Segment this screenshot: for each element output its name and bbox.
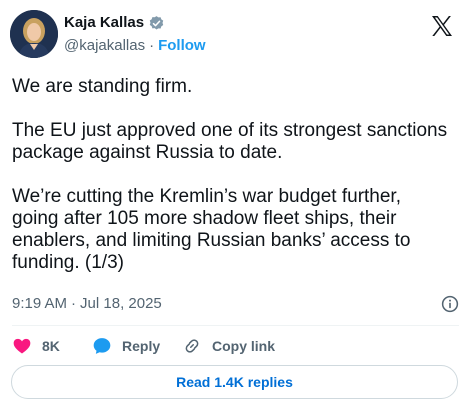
handle-separator: · [149,37,155,54]
author-handle-row: @kajakallas · Follow [64,37,206,55]
reply-bubble-icon [92,336,112,356]
author-name[interactable]: Kaja Kallas [64,14,144,32]
post-paragraph: We are standing firm. [12,76,193,97]
author-handle[interactable]: @kajakallas [64,37,145,55]
x-logo-icon[interactable] [430,14,454,38]
avatar[interactable] [10,10,58,58]
divider [12,325,459,326]
info-icon[interactable] [441,295,459,313]
copy-link-button[interactable]: Copy link [182,336,275,356]
verified-badge-icon [148,15,165,32]
post-date: Jul 18, 2025 [80,295,162,312]
link-icon [182,336,202,356]
post-paragraph: We’re cutting the Kremlin’s war budget f… [12,186,411,273]
heart-icon [12,336,32,356]
read-replies-button[interactable]: Read 1.4K replies [11,365,458,399]
post-body: We are standing firm. The EU just approv… [12,76,452,274]
like-count: 8K [42,338,60,354]
copy-link-label: Copy link [212,338,276,354]
timestamp-separator: · [71,295,77,312]
post-card: Kaja Kallas @kajakallas · Follow We are … [0,0,471,407]
post-paragraph: The EU just approved one of its stronges… [12,120,448,163]
reply-button[interactable]: Reply [92,336,182,356]
post-timestamp[interactable]: 9:19 AM · Jul 18, 2025 [12,294,162,314]
follow-button[interactable]: Follow [158,37,206,55]
post-time: 9:19 AM [12,295,68,312]
reply-label: Reply [122,338,161,354]
author-name-row: Kaja Kallas [64,14,165,32]
like-button[interactable]: 8K [12,336,92,356]
action-bar: 8K Reply Copy link [12,335,275,357]
